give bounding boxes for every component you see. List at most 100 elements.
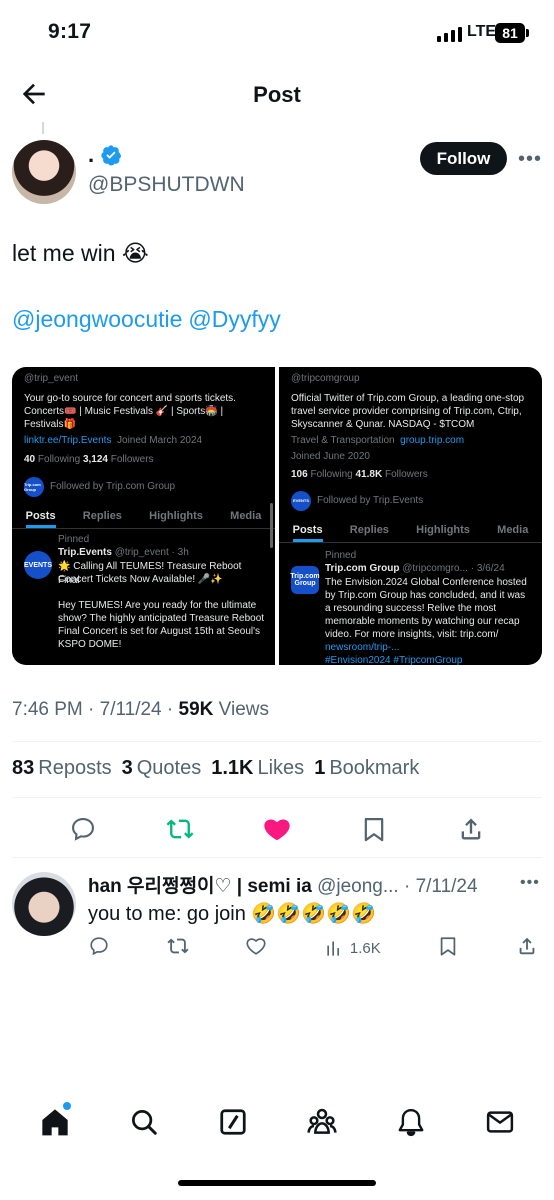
mentions: @jeongwoocutie @Dyyfyy (12, 306, 287, 333)
tab-highlights: Highlights (149, 510, 203, 522)
post-text: let me win 😭 (12, 240, 149, 266)
reply-icon[interactable] (66, 812, 100, 846)
profile-handle: @trip_event (24, 373, 79, 384)
status-time: 9:17 (48, 20, 92, 43)
profile-joined: Joined March 2024 (117, 435, 203, 446)
tab-replies: Replies (82, 510, 122, 522)
author-handle[interactable]: @BPSHUTDWN (88, 173, 245, 197)
following-label: Following (37, 454, 81, 465)
followers-count: 41.8K (355, 469, 383, 480)
reply-bookmark-icon[interactable] (437, 935, 459, 962)
author-name[interactable]: . (88, 142, 94, 168)
following-count: 106 (291, 469, 308, 480)
stat-count: 1.1K (211, 757, 254, 779)
tweet-line: a resounding success! Relive the most (325, 603, 497, 614)
reply-views[interactable]: 1.6K (324, 939, 381, 959)
profile-bio: Your go-to source for concert and sports… (24, 393, 236, 404)
stat-label: Likes (257, 757, 305, 779)
home-indicator (178, 1180, 376, 1186)
divider (12, 741, 542, 742)
pinned-label: Pinned (325, 550, 357, 561)
verified-badge-icon (101, 145, 122, 166)
author-avatar[interactable] (12, 140, 76, 204)
reply-header[interactable]: han 우리쩡쩡이♡ | semi ia @jeong... · 7/11/24 (88, 871, 478, 898)
profile-bio: Concerts🎟️ | Music Festivals 🎸 | Sports🏟… (24, 406, 224, 417)
following-label: Following (310, 469, 353, 480)
followers-label: Followers (110, 454, 154, 465)
stat-bookmarks[interactable]: 1 Bookmark (314, 757, 419, 780)
notification-dot (62, 1102, 71, 1110)
followers-label: Followers (384, 469, 428, 480)
profile-bio: Skyscanner & Qunar. NASDAQ - $TCOM (291, 419, 475, 430)
reply-avatar[interactable] (12, 872, 76, 936)
profile-bio: travel service provider comprising of Tr… (291, 406, 522, 417)
tweet-hashtags: #Envision2024 #TripcomGroup (325, 655, 463, 665)
communities-icon[interactable] (302, 1102, 342, 1142)
logo-text: Trip.com Group (24, 481, 41, 492)
share-icon[interactable] (454, 812, 488, 846)
stat-likes[interactable]: 1.1K Likes (211, 757, 304, 780)
reply-more-icon[interactable]: ••• (520, 874, 540, 892)
tweet-line: Hey TEUMES! Are you ready for the ultima… (58, 600, 257, 611)
tab-posts: Posts (25, 505, 56, 528)
divider (12, 857, 542, 858)
profile-joined: Joined June 2020 (291, 451, 370, 462)
mention-link[interactable]: @Dyyfyy (188, 306, 280, 332)
pinned-label: Pinned (58, 534, 90, 545)
reply-reply-icon[interactable] (88, 935, 110, 962)
tweet-line: memorable moments by watching our recap (325, 616, 520, 627)
battery-icon: 81 (495, 23, 525, 43)
messages-icon[interactable] (480, 1102, 520, 1142)
mention-link[interactable]: @jeongwoocutie (12, 306, 182, 332)
search-icon[interactable] (124, 1102, 164, 1142)
post-timestamp: 7:46 PM · 7/11/24 · 59K Views (12, 699, 269, 721)
grok-icon[interactable] (213, 1102, 253, 1142)
reply-views-count: 1.6K (349, 940, 381, 957)
tweet-meta: @tripcomgro... · 3/6/24 (402, 563, 505, 574)
tweet-author: Trip.com Group (325, 563, 400, 574)
like-icon[interactable] (260, 812, 294, 846)
stat-label: Bookmark (329, 757, 420, 779)
notifications-icon[interactable] (391, 1102, 431, 1142)
stat-reposts[interactable]: 83 Reposts (12, 757, 112, 780)
bookmark-icon[interactable] (357, 812, 391, 846)
following-count: 40 (24, 454, 36, 465)
tweet-author: Trip.Events (58, 547, 112, 558)
post-actions (0, 812, 554, 846)
profile-link: group.trip.com (400, 435, 465, 446)
tweet-line: Final Concert is set for August 15th at … (58, 626, 261, 637)
tab-replies: Replies (349, 524, 389, 536)
analytics-icon (327, 941, 339, 956)
repost-icon[interactable] (163, 812, 197, 846)
profile-bio: Official Twitter of Trip.com Group, a le… (291, 393, 525, 404)
tweet-line: by Trip.com Group has concluded, and it … (325, 590, 526, 601)
stat-quotes[interactable]: 3 Quotes (122, 757, 202, 780)
home-icon[interactable] (35, 1102, 75, 1142)
profile-bio: Festivals🎁 (24, 419, 76, 430)
reply-author-name[interactable]: han 우리쩡쩡이♡ | semi ia (88, 876, 312, 897)
followed-by-avatar: EVENTS (291, 491, 311, 511)
reply-repost-icon[interactable] (167, 935, 189, 962)
reply-text: you to me: go join 🤣🤣🤣🤣🤣 (88, 903, 376, 925)
tab-media: Media (497, 524, 529, 536)
profile-tabs: Posts Replies Highlights Media (279, 519, 542, 543)
media-image-right[interactable]: @tripcomgroup Official Twitter of Trip.c… (279, 367, 542, 665)
followers-count: 3,124 (82, 454, 108, 465)
tripcom-logo: Trip.com Group (290, 566, 320, 594)
logo-text: EVENTS (292, 498, 309, 504)
followed-by-avatar: Trip.com Group (24, 477, 44, 497)
views-count: 59K (178, 699, 214, 720)
events-logo: EVENTS (24, 551, 52, 579)
reply-share-icon[interactable] (516, 935, 538, 962)
more-options-icon[interactable]: ••• (518, 148, 542, 171)
thread-line (42, 122, 44, 134)
followed-by-text: Followed by Trip.com Group (50, 481, 176, 492)
divider (12, 797, 542, 798)
profile-handle: @tripcomgroup (291, 373, 360, 384)
author-name-row[interactable]: . (88, 142, 122, 168)
media-image-left[interactable]: @trip_event Your go-to source for concer… (12, 367, 275, 665)
media-grid[interactable]: @trip_event Your go-to source for concer… (12, 367, 542, 665)
follow-button[interactable]: Follow (420, 142, 507, 175)
battery-tip (526, 29, 529, 37)
reply-like-icon[interactable] (245, 935, 267, 962)
